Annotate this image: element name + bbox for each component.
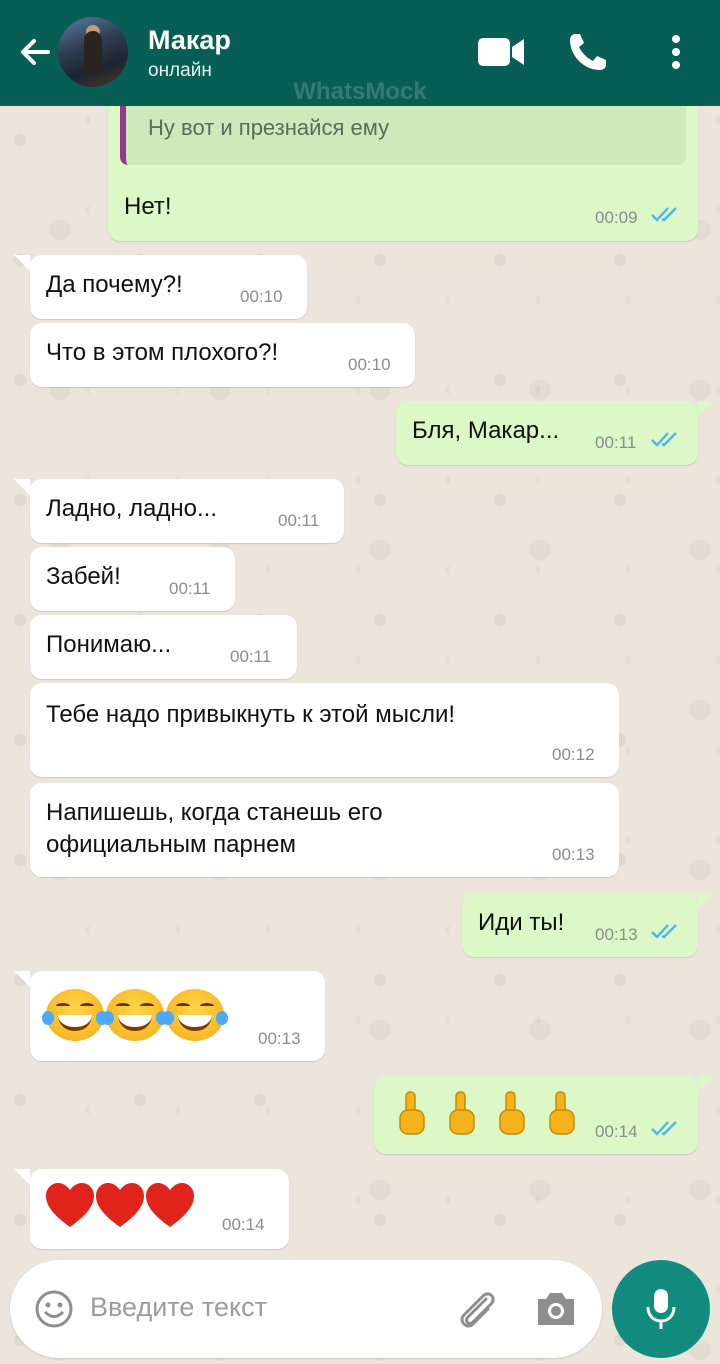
message-time: 00:10 bbox=[348, 355, 391, 374]
message-bubble-out[interactable]: Ну вот и презнайся ему Нет! 00:09 bbox=[108, 95, 698, 241]
more-vert-icon[interactable] bbox=[664, 30, 688, 74]
quoted-text: Ну вот и презнайся ему bbox=[148, 115, 390, 140]
message-time: 00:09 bbox=[595, 208, 638, 227]
message-time: 00:11 bbox=[230, 647, 272, 666]
message-text: Понимаю... bbox=[46, 631, 172, 658]
middle-finger-emoji-icon bbox=[399, 1091, 575, 1135]
message-text: Что в этом плохого?! bbox=[46, 339, 279, 366]
message-bubble-in[interactable]: Что в этом плохого?! 00:10 bbox=[30, 323, 415, 387]
message-bubble-in[interactable]: Забей! 00:11 bbox=[30, 547, 235, 611]
message-time: 00:14 bbox=[222, 1215, 265, 1234]
read-ticks-icon bbox=[651, 924, 677, 939]
red-heart-emoji-icon bbox=[46, 1183, 194, 1227]
mic-button[interactable] bbox=[612, 1260, 710, 1358]
message-bubble-out[interactable]: Бля, Макар... 00:11 bbox=[396, 401, 698, 465]
read-ticks-icon bbox=[651, 1121, 677, 1136]
back-arrow-icon[interactable] bbox=[14, 32, 54, 72]
message-text: Забей! bbox=[46, 563, 121, 590]
message-time: 00:13 bbox=[258, 1029, 301, 1048]
attach-icon[interactable] bbox=[454, 1287, 500, 1333]
message-input[interactable]: Введите текст bbox=[90, 1292, 267, 1323]
message-text: Да почему?! bbox=[46, 271, 183, 298]
emoji-icon[interactable] bbox=[34, 1289, 74, 1329]
message-time: 00:11 bbox=[169, 579, 211, 598]
phone-icon[interactable] bbox=[566, 30, 610, 74]
message-text: Бля, Макар... bbox=[412, 417, 560, 444]
message-text: Ладно, ладно... bbox=[46, 495, 217, 522]
message-text: Иди ты! bbox=[478, 909, 565, 936]
message-text-line-2: официальным парнем bbox=[46, 831, 296, 858]
message-text: Тебе надо привыкнуть к этой мысли! bbox=[46, 701, 456, 728]
message-text: Нет! bbox=[124, 193, 172, 220]
message-bubble-in[interactable]: Понимаю... 00:11 bbox=[30, 615, 297, 679]
mic-icon bbox=[646, 1289, 676, 1329]
message-bubble-in[interactable]: Да почему?! 00:10 bbox=[30, 255, 307, 319]
message-time: 00:11 bbox=[278, 511, 320, 530]
read-ticks-icon bbox=[651, 432, 677, 447]
avatar[interactable] bbox=[58, 17, 128, 87]
message-bubble-in[interactable]: 00:13 bbox=[30, 971, 325, 1061]
video-call-icon[interactable] bbox=[476, 30, 526, 74]
message-bubble-in[interactable]: Напишешь, когда станешь его официальным … bbox=[30, 783, 619, 877]
message-bubble-in[interactable]: Ладно, ладно... 00:11 bbox=[30, 479, 344, 543]
message-time: 00:12 bbox=[552, 745, 595, 764]
message-time: 00:11 bbox=[595, 433, 637, 452]
message-bubble-in[interactable]: Тебе надо привыкнуть к этой мысли! 00:12 bbox=[30, 683, 619, 777]
message-time: 00:13 bbox=[552, 845, 595, 864]
camera-icon[interactable] bbox=[534, 1289, 578, 1329]
message-bubble-out[interactable]: 00:14 bbox=[374, 1076, 698, 1154]
message-bubble-in[interactable]: 00:14 bbox=[30, 1169, 289, 1249]
watermark: WhatsMock bbox=[293, 78, 427, 105]
contact-name[interactable]: Макар bbox=[148, 25, 231, 56]
message-time: 00:10 bbox=[240, 287, 283, 306]
message-composer[interactable]: Введите текст bbox=[10, 1260, 602, 1358]
read-ticks-icon bbox=[651, 207, 677, 222]
message-time: 00:14 bbox=[595, 1122, 638, 1141]
message-text-line-1: Напишешь, когда станешь его bbox=[46, 799, 383, 826]
message-time: 00:13 bbox=[595, 925, 638, 944]
message-bubble-out[interactable]: Иди ты! 00:13 bbox=[462, 893, 698, 957]
